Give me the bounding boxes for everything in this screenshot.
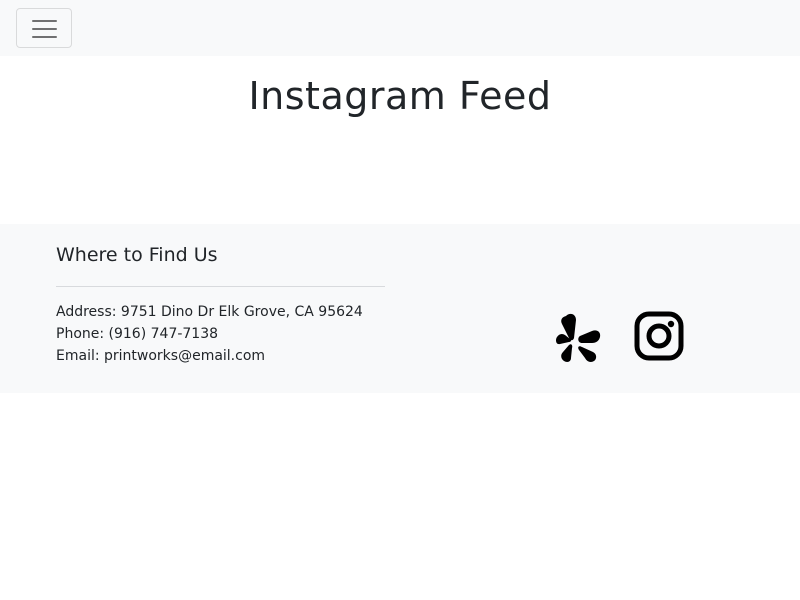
find-us-heading: Where to Find Us xyxy=(56,244,218,266)
email-text: Email: printworks@email.com xyxy=(56,348,266,364)
instagram-icon xyxy=(634,311,684,361)
phone-text: Phone: (916) 747-7138 xyxy=(56,326,219,342)
yelp-icon xyxy=(556,313,601,362)
address-text: Address: 9751 Dino Dr Elk Grove, CA 9562… xyxy=(56,304,363,320)
instagram-feed-section: Instagram Feed xyxy=(0,56,800,224)
footer: Where to Find Us Address: 9751 Dino Dr E… xyxy=(0,224,800,393)
navbar-toggle-button[interactable] xyxy=(16,8,72,48)
navbar xyxy=(0,0,800,56)
divider xyxy=(56,286,385,287)
yelp-link[interactable] xyxy=(556,310,604,366)
instagram-link[interactable] xyxy=(634,311,684,365)
page-title: Instagram Feed xyxy=(248,74,552,118)
